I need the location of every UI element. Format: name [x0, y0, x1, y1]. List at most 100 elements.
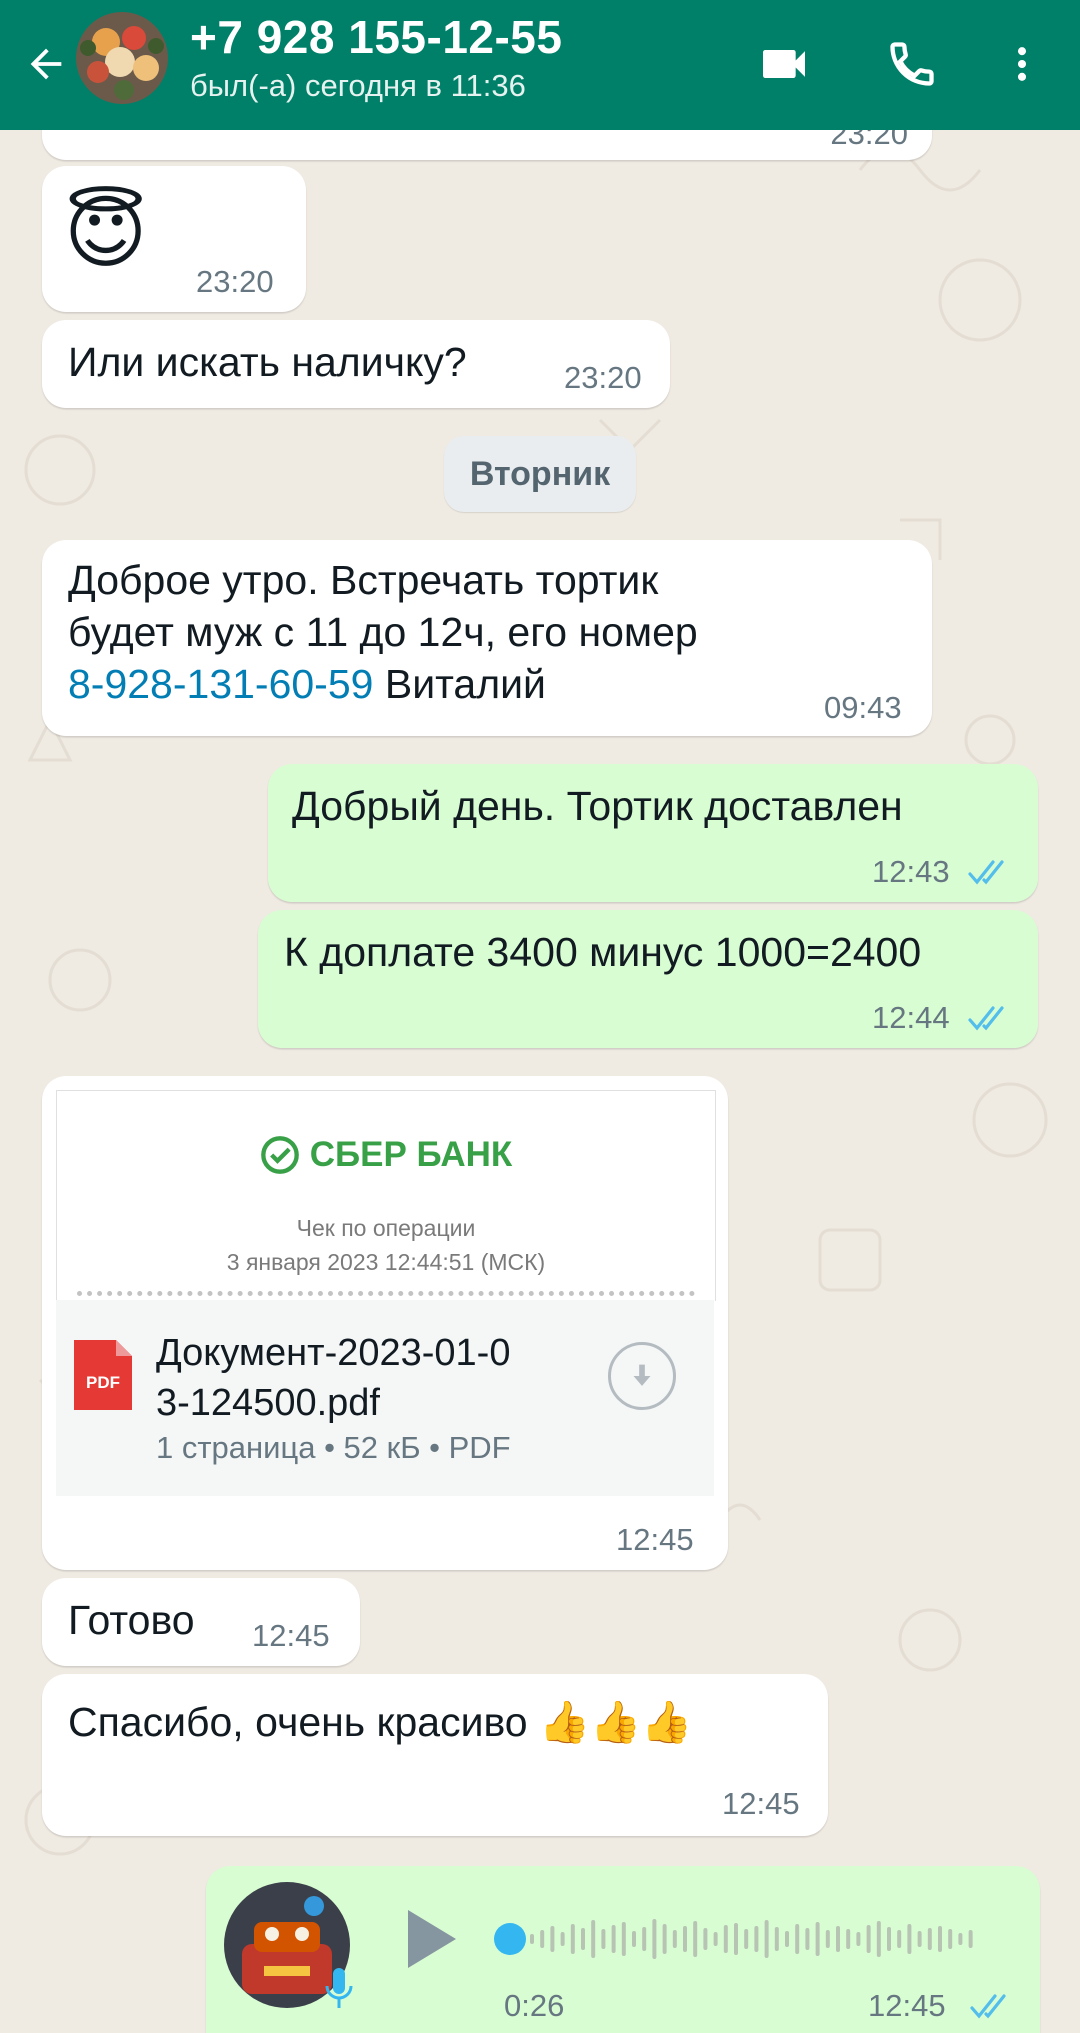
waveform-bar [815, 1922, 820, 1956]
waveform-bar [632, 1931, 636, 1947]
voice-duration: 0:26 [504, 1988, 565, 2023]
waveform-bar [907, 1924, 912, 1954]
waveform-bar [958, 1933, 963, 1945]
message-bubble-outgoing[interactable]: Добрый день. Тортик доставлен 12:43 [268, 764, 1038, 902]
waveform-bar [846, 1929, 851, 1949]
waveform-bar [540, 1930, 545, 1948]
waveform-bar [825, 1930, 830, 1948]
microphone-icon [325, 1968, 353, 2008]
message-time: 23:20 [196, 264, 274, 299]
document-file-meta: 1 страница • 52 кБ • PDF [156, 1430, 511, 1465]
waveform-bar [836, 1926, 840, 1952]
message-text: Спасибо, очень красиво 👍👍👍 [68, 1699, 693, 1745]
message-text: Добрый день. Тортик доставлен [292, 783, 903, 829]
waveform-bar [621, 1922, 626, 1956]
bank-logo: СБЕР БАНК [57, 1135, 715, 1175]
waveform-bar [968, 1930, 973, 1948]
waveform-bar [642, 1927, 647, 1951]
waveform-bar [887, 1927, 891, 1951]
waveform-bar [570, 1924, 575, 1954]
pdf-file-icon: PDF [74, 1340, 132, 1410]
message-bubble-incoming[interactable]: Готово 12:45 [42, 1578, 360, 1666]
menu-button[interactable] [990, 32, 1054, 96]
waveform-bar [805, 1928, 810, 1950]
date-divider: Вторник [444, 436, 636, 512]
waveform-bar [703, 1928, 708, 1950]
message-time: 12:45 [722, 1786, 800, 1821]
read-receipt-icon [968, 860, 1004, 885]
waveform-bar [744, 1929, 749, 1949]
bank-name: СБЕР БАНК [309, 1135, 513, 1174]
waveform-bar [897, 1930, 902, 1948]
svg-text:PDF: PDF [86, 1373, 120, 1392]
message-text: Готово [68, 1597, 195, 1643]
waveform-bar [948, 1929, 953, 1949]
contact-name-text: Виталий [373, 661, 546, 707]
message-bubble-incoming[interactable]: Спасибо, очень красиво 👍👍👍 12:45 [42, 1674, 828, 1836]
waveform-bar [723, 1925, 728, 1953]
waveform-bar [530, 1934, 534, 1944]
message-text-line: будет муж с 11 до 12ч, его номер [68, 609, 698, 655]
more-vertical-icon [1017, 47, 1027, 81]
play-icon[interactable] [400, 1904, 460, 1974]
document-preview[interactable]: СБЕР БАНК Чек по операции 3 января 2023 … [56, 1090, 716, 1301]
phone-icon [890, 42, 934, 86]
waveform-bar [754, 1926, 759, 1952]
waveform-bar [785, 1931, 789, 1947]
message-text-line: 8-928-131-60-59 Виталий [68, 658, 546, 710]
message-text: Или искать наличку? [68, 339, 467, 385]
receipt-title: Чек по операции [296, 1215, 476, 1241]
playback-position-handle[interactable] [494, 1923, 526, 1955]
back-button[interactable] [16, 34, 76, 94]
waveform-bar [876, 1921, 881, 1957]
voice-call-button[interactable] [880, 32, 944, 96]
waveform-bar [795, 1924, 800, 1954]
waveform-bar [581, 1928, 585, 1950]
message-bubble-document[interactable]: СБЕР БАНК Чек по операции 3 января 2023 … [42, 1076, 728, 1570]
waveform-bar [652, 1919, 657, 1959]
message-bubble-incoming[interactable]: 😇 23:20 [42, 166, 306, 312]
waveform-bar [866, 1925, 871, 1953]
voice-message-bubble[interactable]: 0:26 12:45 [206, 1866, 1040, 2033]
phone-number-link[interactable]: 8-928-131-60-59 [68, 661, 373, 707]
check-circle-icon [260, 1136, 299, 1174]
document-file-name: Документ-2023-01-0 3-124500.pdf [156, 1332, 511, 1424]
waveform-bar [734, 1923, 738, 1955]
message-time: 23:20 [564, 360, 642, 395]
waveform-bar [550, 1926, 555, 1952]
waveform-bar [856, 1932, 861, 1946]
waveform-bar [683, 1926, 687, 1952]
waveform-bar [662, 1924, 667, 1954]
message-bubble-outgoing[interactable]: К доплате 3400 минус 1000=2400 12:44 [258, 910, 1038, 1048]
chat-header: +7 928 155-12-55 был(-а) сегодня в 11:36 [0, 0, 1080, 130]
waveform-bar [672, 1930, 677, 1948]
waveform-bar [927, 1928, 932, 1950]
flower-bouquet-image [76, 12, 168, 104]
voice-waveform[interactable] [488, 1904, 1008, 1974]
waveform-bar [611, 1925, 616, 1953]
video-call-button[interactable] [752, 32, 816, 96]
message-time: 12:45 [868, 1988, 946, 2023]
receipt-divider [77, 1291, 695, 1296]
message-bubble-incoming[interactable]: Доброе утро. Встречать тортик будет муж … [42, 540, 932, 736]
download-button[interactable] [608, 1342, 676, 1410]
message-bubble-incoming[interactable]: Или искать наличку? 23:20 [42, 320, 670, 408]
contact-name[interactable]: +7 928 155-12-55 [190, 10, 562, 64]
read-receipt-icon [970, 1994, 1006, 2019]
waveform-bar [713, 1932, 718, 1946]
video-camera-icon [763, 50, 805, 78]
waveform-bar [591, 1920, 596, 1958]
download-arrow-icon [633, 1364, 651, 1386]
document-file-row[interactable]: PDF Документ-2023-01-0 3-124500.pdf 1 ст… [56, 1300, 714, 1496]
message-time: 09:43 [824, 690, 902, 725]
message-text: К доплате 3400 минус 1000=2400 [284, 929, 922, 975]
message-time: 12:44 [872, 1000, 950, 1035]
waveform-bar [764, 1920, 769, 1958]
message-time: 12:43 [872, 854, 950, 889]
message-time: 12:45 [252, 1618, 330, 1653]
contact-avatar[interactable] [76, 12, 168, 104]
waveform-bar [560, 1932, 565, 1946]
emoji-message: 😇 [64, 188, 148, 277]
waveform-bar [774, 1927, 779, 1951]
last-seen-status: был(-а) сегодня в 11:36 [190, 68, 526, 103]
